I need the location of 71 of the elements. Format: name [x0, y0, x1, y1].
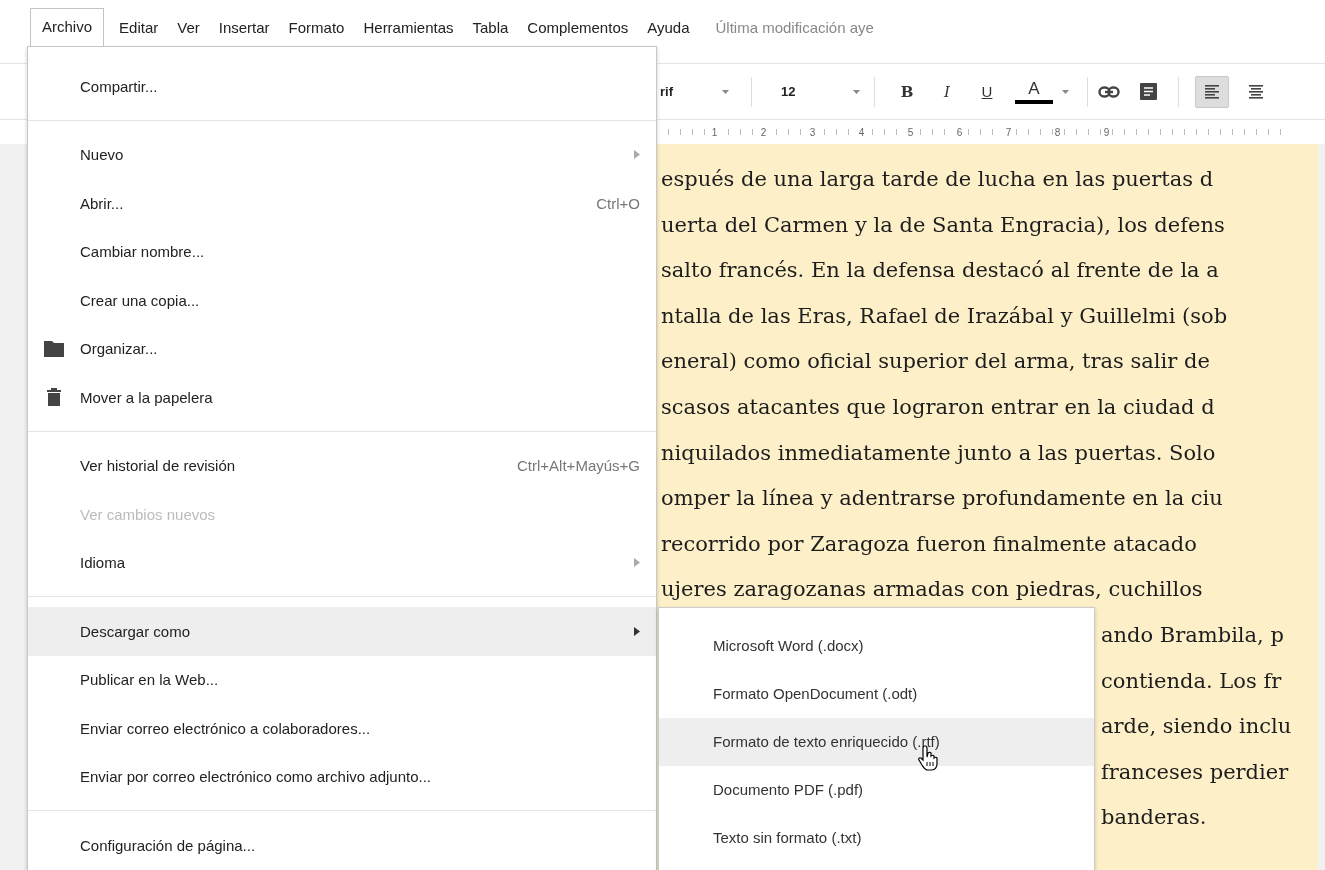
menu-item[interactable]: Compartir... — [28, 62, 656, 111]
caret-icon — [722, 89, 729, 94]
document-text-line: ntalla de las Eras, Rafael de Irazábal y Guillelmi (sob — [661, 302, 1228, 330]
align-center-icon — [1249, 84, 1263, 99]
menu-item[interactable]: Publicar en la Web... — [28, 655, 656, 704]
menu-bar-item[interactable]: Ayuda — [638, 9, 699, 46]
menu-bar-item[interactable]: Complementos — [518, 9, 638, 46]
ruler-number: 9 — [1101, 126, 1112, 138]
submenu-item[interactable]: Formato OpenDocument (.odt) — [659, 670, 1094, 718]
document-text-line: recorrido por Zaragoza fueron finalmente atacado — [661, 530, 1197, 558]
menu-item[interactable]: Crear una copia... — [28, 276, 656, 325]
menu-bar-item[interactable]: Herramientas — [354, 9, 463, 46]
document-text-line: uerta del Carmen y la de Santa Engracia), los defens — [661, 211, 1225, 239]
ruler-number: 8 — [1052, 126, 1063, 138]
document-text-line: omper la línea y adentrarse profundamente en la ciu — [661, 485, 1223, 513]
menu-item[interactable]: Cambiar nombre... — [28, 227, 656, 276]
ruler-number: 1 — [709, 126, 720, 138]
document-text-line: salto francés. En la defensa destacó al frente de la a — [661, 257, 1219, 285]
ruler-number: 6 — [954, 126, 965, 138]
document-text-line: arde, siendo inclu — [1101, 713, 1292, 741]
submenu-item[interactable]: Formato de texto enriquecido (.rtf) — [659, 718, 1094, 766]
document-text-line: ujeres zaragozanas armadas con piedras, cuchillos — [661, 576, 1203, 604]
menu-bar-item[interactable]: Formato — [279, 9, 354, 46]
ruler-number: 7 — [1003, 126, 1014, 138]
shortcut-text: Ctrl+Alt+Mayús+G — [517, 457, 640, 475]
caret-icon — [853, 89, 860, 94]
font-size-dropdown[interactable]: 12 — [758, 76, 868, 107]
ruler-number: 4 — [856, 126, 867, 138]
caret-icon — [1062, 89, 1069, 94]
document-text-line: espués de una larga tarde de lucha en las puertas d — [661, 166, 1214, 193]
link-icon — [1098, 85, 1120, 98]
submenu-item[interactable]: Documento PDF (.pdf) — [659, 766, 1094, 814]
menu-item[interactable]: Descargar como — [28, 607, 656, 656]
document-text-line: scasos atacantes que lograron entrar en la ciudad d — [661, 393, 1215, 421]
submenu-item[interactable]: Texto sin formato (.txt) — [659, 814, 1094, 862]
shortcut-text: Ctrl+O — [596, 194, 640, 212]
submenu-item[interactable]: Microsoft Word (.docx) — [659, 622, 1094, 670]
document-text-line: banderas. — [1101, 804, 1207, 832]
document-text-line: niquilados inmediatamente junto a las puertas. Solo — [661, 439, 1216, 467]
italic-button[interactable]: I — [931, 76, 963, 107]
menu-item[interactable]: Organizar... — [28, 324, 656, 373]
folder-icon — [44, 340, 64, 357]
menu-bar-item[interactable]: Archivo — [30, 8, 105, 46]
menu-item[interactable]: Enviar correo electrónico a colaboradores... — [28, 704, 656, 753]
menu-item[interactable]: Nuevo — [28, 130, 656, 179]
align-left-icon — [1205, 84, 1219, 99]
menu-item[interactable]: Abrir... Ctrl+O — [28, 179, 656, 228]
comment-icon — [1139, 83, 1157, 100]
document-text-line: franceses perdier — [1101, 758, 1289, 786]
menu-bar-item[interactable]: Insertar — [209, 9, 279, 46]
menu-item[interactable]: Configuración de página... — [28, 821, 656, 870]
menu-bar-item[interactable]: Ver — [168, 9, 209, 46]
align-left-button[interactable] — [1195, 75, 1229, 108]
menu-bar-item[interactable]: Tabla — [463, 9, 518, 46]
document-text-line: eneral) como oficial superior del arma, tras salir de — [661, 348, 1210, 376]
ruler-number: 5 — [905, 126, 916, 138]
document-text-line: contienda. Los fr — [1101, 667, 1282, 695]
document-text-line: ando Brambila, p — [1101, 621, 1284, 649]
bold-button[interactable]: B — [891, 76, 923, 107]
underline-button[interactable]: U — [971, 76, 1003, 107]
last-modified-text: Última modificación aye — [715, 18, 874, 38]
ruler-number: 3 — [807, 126, 818, 138]
text-color-button[interactable]: A — [1011, 76, 1073, 107]
menu-item[interactable]: Ver historial de revisión Ctrl+Alt+Mayús+G — [28, 441, 656, 490]
menu-item[interactable]: Mover a la papelera — [28, 373, 656, 422]
menu-item[interactable]: Idioma — [28, 538, 656, 587]
ruler-number: 2 — [758, 126, 769, 138]
menu-bar-item[interactable]: Editar — [110, 9, 168, 46]
trash-icon — [47, 388, 61, 407]
font-dropdown[interactable]: rif — [660, 76, 745, 107]
menu-item[interactable]: Enviar por correo electrónico como archivo adjunto... — [28, 752, 656, 801]
